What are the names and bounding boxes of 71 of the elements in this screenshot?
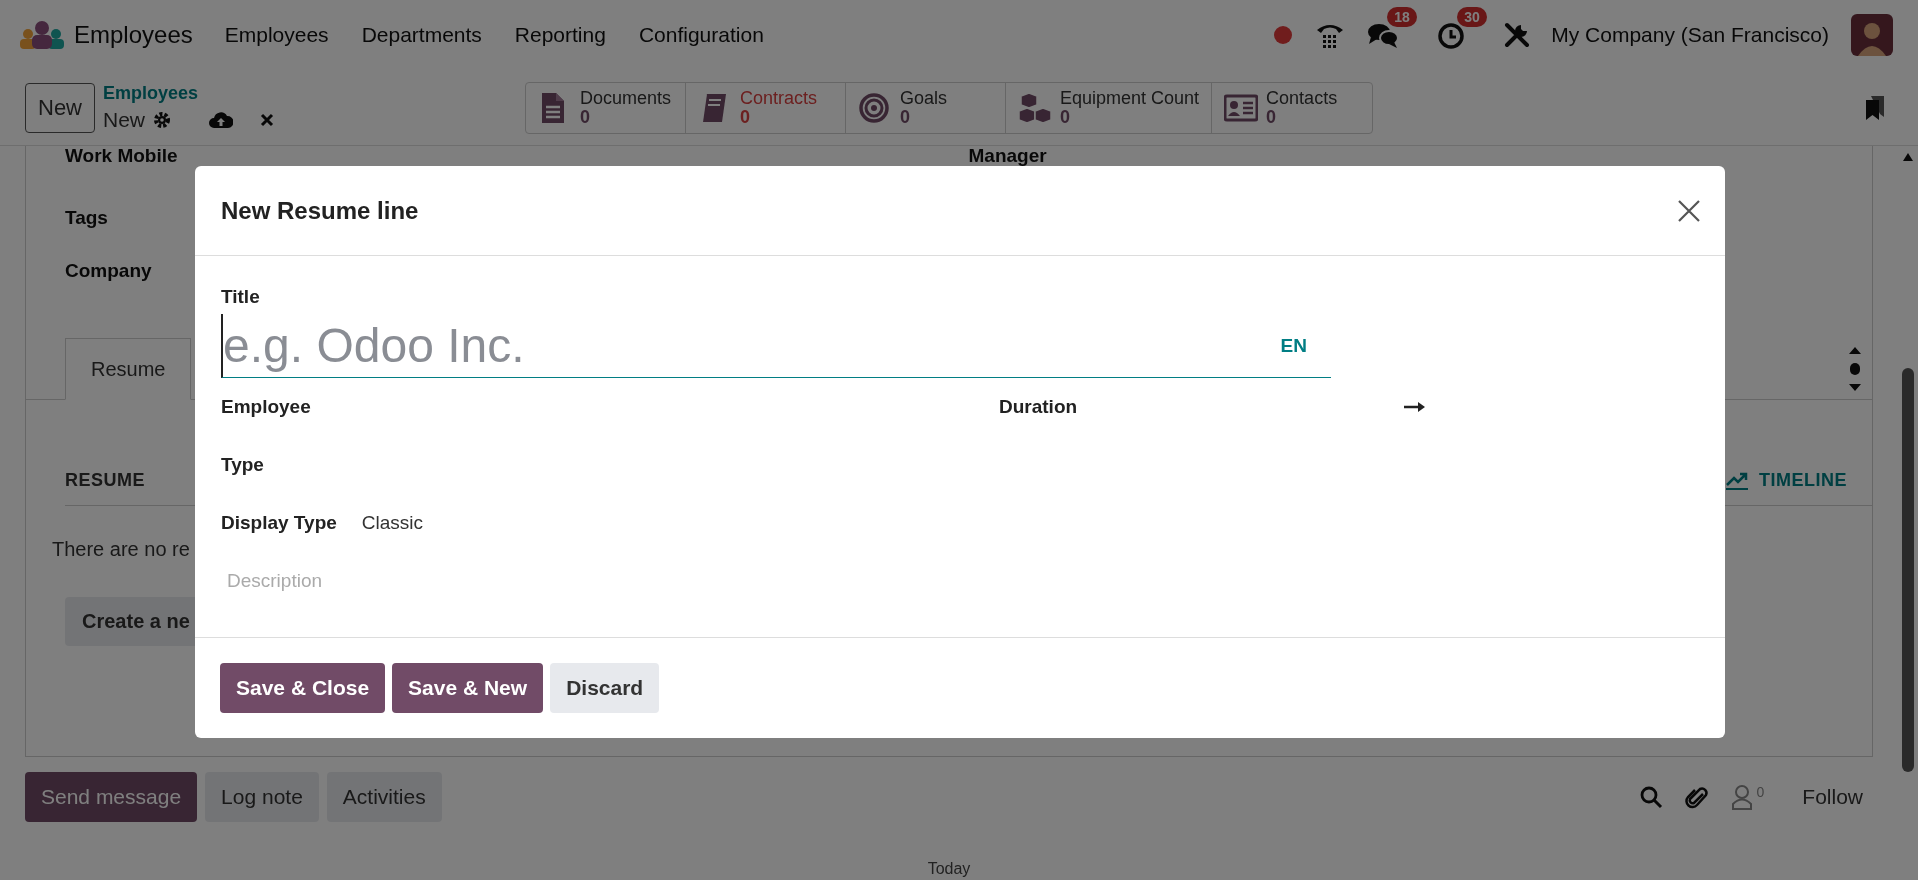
smart-button-label: Documents <box>580 88 672 108</box>
field-label: Display Type <box>221 512 337 534</box>
target-icon <box>858 90 892 125</box>
paperclip-icon[interactable] <box>1684 784 1709 810</box>
smart-button-value: 0 <box>1266 107 1278 127</box>
save-button[interactable]: Save & New <box>392 663 544 713</box>
new-button[interactable]: New <box>25 82 95 133</box>
date-separator: Today <box>926 860 972 878</box>
close-icon[interactable] <box>1677 198 1701 223</box>
dialog-title: New Resume line <box>221 196 419 225</box>
smart-button-value: 0 <box>1060 107 1070 127</box>
company-switcher[interactable]: My Company (San Francisco) <box>1551 23 1829 47</box>
section-heading: RESUME <box>65 470 145 491</box>
person-icon[interactable] <box>1730 784 1753 810</box>
smart-button[interactable]: Contracts 0 <box>686 82 846 133</box>
smart-button-label: Contracts <box>740 88 818 108</box>
gear-icon[interactable] <box>153 111 172 129</box>
field-label: Title <box>221 286 261 308</box>
scrollbar-thumb[interactable] <box>1902 368 1914 772</box>
title-field[interactable]: e.g. Odoo Inc. EN <box>221 314 1331 378</box>
field-label: Tags <box>65 208 108 230</box>
trend-chart-icon <box>1725 470 1749 491</box>
record-name: New <box>103 108 146 132</box>
field-value[interactable]: Classic <box>361 512 424 534</box>
smart-button[interactable]: Equipment Count 0 <box>1006 82 1213 133</box>
scroll-arrows-icon[interactable] <box>1848 346 1862 391</box>
chatter-button[interactable]: Log note <box>205 772 319 822</box>
follow-button[interactable]: Follow <box>1802 779 1863 815</box>
discard-button[interactable]: Discard <box>550 663 660 713</box>
empty-message: There are no re <box>52 538 191 561</box>
menu-item[interactable]: Configuration <box>638 23 764 47</box>
smart-button-value: 0 <box>900 107 911 127</box>
save-button[interactable]: Save & Close <box>220 663 386 713</box>
search-icon[interactable] <box>1638 785 1663 809</box>
field-label: Type <box>221 454 264 476</box>
smart-button[interactable]: Documents 0 <box>526 82 686 133</box>
language-button[interactable]: EN <box>1280 334 1307 357</box>
field-label: Company <box>65 261 152 283</box>
smart-button-value: 0 <box>740 107 751 127</box>
menu-item[interactable]: Reporting <box>514 23 606 47</box>
smart-button-label: Equipment Count <box>1060 88 1200 108</box>
field-label: Duration <box>999 396 1079 418</box>
app-name[interactable]: Employees <box>74 21 193 49</box>
chatter-button[interactable]: Send message <box>25 772 198 822</box>
tools-icon[interactable] <box>1503 21 1532 49</box>
chat-icon[interactable] <box>1367 21 1400 49</box>
field-label: Work Mobile <box>65 146 178 168</box>
close-icon[interactable] <box>259 112 276 128</box>
smart-button-label: Goals <box>900 88 948 108</box>
logo-icon <box>20 20 64 50</box>
clock-icon[interactable] <box>1437 21 1466 49</box>
cloud-upload-icon[interactable] <box>209 111 234 129</box>
arrow-right-icon <box>1404 401 1426 413</box>
record-dot-icon[interactable] <box>1273 25 1294 45</box>
menu-item[interactable]: Employees <box>224 23 329 47</box>
timeline-button[interactable]: TIMELINE <box>1725 470 1847 491</box>
scroll-up-icon[interactable] <box>1902 152 1914 162</box>
follower-count: 0 <box>1756 784 1765 800</box>
smart-button[interactable]: Goals 0 <box>846 82 1006 133</box>
smart-button-value: 0 <box>580 107 591 127</box>
field-label: Employee <box>221 396 311 418</box>
count-badge: 18 <box>1387 7 1417 27</box>
menu-item[interactable]: Departments <box>361 23 482 47</box>
count-badge: 30 <box>1457 7 1487 27</box>
tab[interactable]: Resume <box>65 338 192 400</box>
breadcrumb-link[interactable]: Employees <box>103 83 276 104</box>
bookmark-icon[interactable] <box>1864 94 1886 121</box>
smart-button-label: Contacts <box>1266 88 1338 108</box>
chatter-button[interactable]: Activities <box>326 772 442 822</box>
field-label: Manager <box>968 146 1047 168</box>
smart-button[interactable]: Contacts 0 <box>1212 82 1373 133</box>
